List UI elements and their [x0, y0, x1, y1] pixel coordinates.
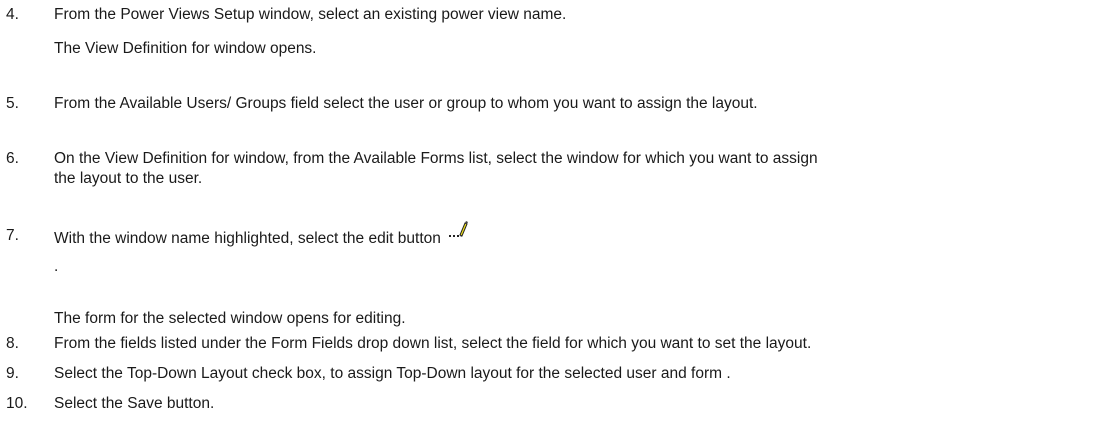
step-text: From the fields listed under the Form Fi…: [54, 335, 812, 352]
step-number: 4.: [6, 6, 19, 23]
step-text: Select the Save button.: [54, 395, 215, 412]
step-7-period: .: [54, 258, 59, 275]
step-number: 7.: [6, 227, 19, 244]
step-text: On the View Definition for window, from …: [54, 150, 818, 167]
step-4-result: The View Definition for window opens.: [54, 40, 317, 57]
step-7-result: The form for the selected window opens f…: [54, 310, 406, 327]
step-number: 8.: [6, 335, 19, 352]
edit-pencil-icon: [449, 220, 469, 246]
step-text: With the window name highlighted, select…: [54, 221, 469, 252]
step-number: 6.: [6, 150, 19, 167]
step-number: 10.: [6, 395, 28, 412]
step-7-label: With the window name highlighted, select…: [54, 230, 441, 248]
step-6-continued: the layout to the user.: [54, 170, 203, 187]
step-text: From the Available Users/ Groups field s…: [54, 95, 758, 112]
step-number: 5.: [6, 95, 19, 112]
step-text: Select the Top-Down Layout check box, to…: [54, 365, 731, 382]
step-number: 9.: [6, 365, 19, 382]
step-text: From the Power Views Setup window, selec…: [54, 6, 567, 23]
